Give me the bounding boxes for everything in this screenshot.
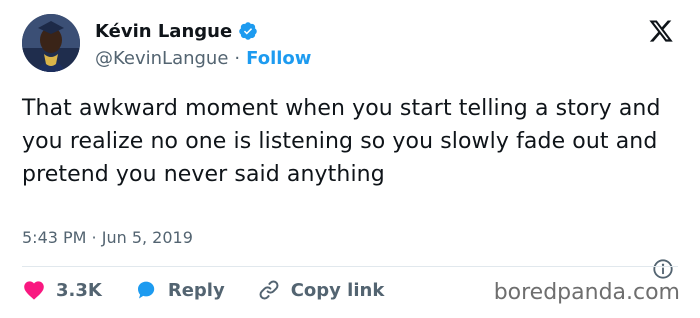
heart-icon [24,281,44,300]
verified-badge-icon [239,22,257,40]
separator-dot: · [234,48,241,69]
info-icon[interactable] [652,258,674,280]
action-bar: 3.3K Reply Copy link [22,278,416,302]
reply-label: Reply [167,279,225,301]
tweet-meta: 5:43 PM · Jun 5, 2019 [22,228,193,247]
watermark: boredpanda.com [493,280,680,305]
reply-button[interactable]: Reply [134,278,225,302]
reply-bubble-icon [137,281,155,299]
x-logo-icon[interactable] [648,18,674,44]
tweet-date[interactable]: Jun 5, 2019 [102,228,193,247]
copy-link-label: Copy link [290,279,385,301]
tweet-time[interactable]: 5:43 PM [22,228,86,247]
meta-separator: · [86,228,102,247]
avatar-image [22,14,80,72]
follow-button[interactable]: Follow [246,48,311,69]
divider [22,266,678,267]
author-name-row: Kévin Langue [95,18,258,44]
tweet-text: That awkward moment when you start telli… [22,96,661,187]
like-button[interactable]: 3.3K [22,278,102,302]
handle-row: @KevinLangue · Follow [95,48,311,69]
author-name[interactable]: Kévin Langue [95,21,232,42]
author-handle[interactable]: @KevinLangue [95,48,228,69]
link-icon [259,280,279,300]
like-count: 3.3K [56,279,102,301]
copy-link-button[interactable]: Copy link [257,278,385,302]
avatar[interactable] [22,14,80,72]
